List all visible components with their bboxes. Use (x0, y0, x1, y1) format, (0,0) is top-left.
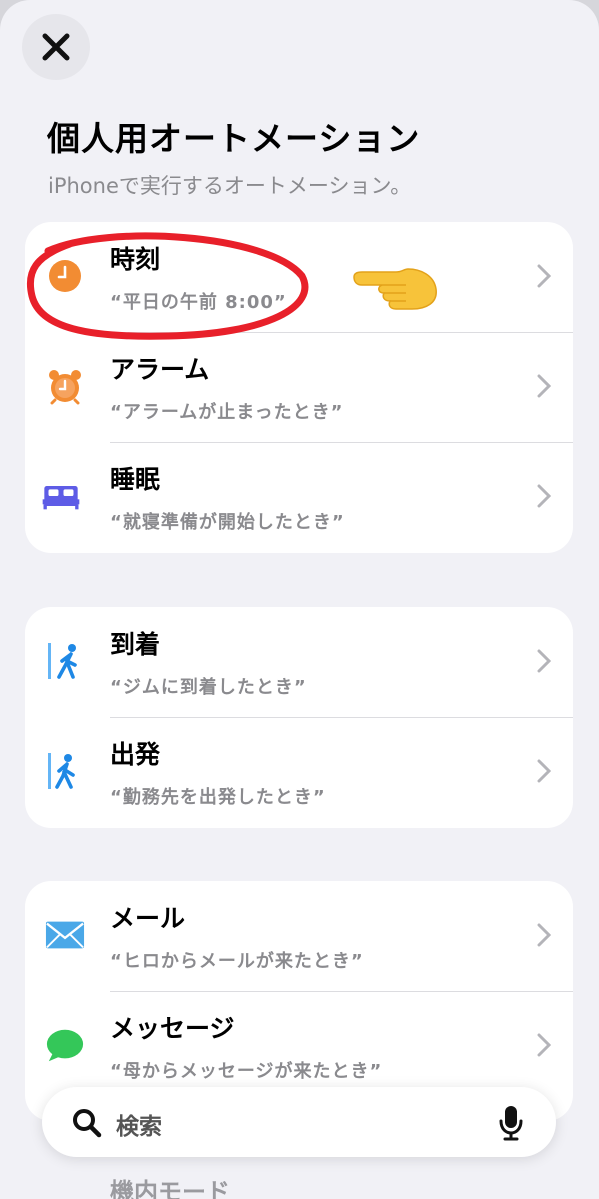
row-subtitle: “母からメッセージが来たとき” (110, 1061, 383, 1082)
chevron-right-icon (537, 264, 551, 288)
row-subtitle: “勤務先を出発したとき” (110, 787, 326, 808)
chevron-right-icon (537, 374, 551, 398)
microphone-icon[interactable] (498, 1105, 524, 1141)
row-leave[interactable]: 出発 “勤務先を出発したとき” (25, 717, 573, 827)
group-communication-triggers: メール “ヒロからメールが来たとき” メッセージ “母からメッセージが来たとき” (25, 881, 573, 1121)
row-subtitle: “就寝準備が開始したとき” (110, 512, 345, 533)
walk-leave-icon (45, 751, 85, 791)
alarm-clock-icon (45, 366, 85, 406)
search-input[interactable]: 検索 (116, 1107, 162, 1141)
walk-arrive-icon (45, 641, 85, 681)
group-location-triggers: 到着 “ジムに到着したとき” 出発 “勤務先を出発したとき” (25, 607, 573, 828)
row-subtitle: “ジムに到着したとき” (110, 677, 307, 698)
row-title: アラーム (110, 355, 210, 384)
message-icon (45, 1025, 85, 1065)
row-title: 睡眠 (110, 465, 161, 494)
chevron-right-icon (537, 759, 551, 783)
close-icon (42, 33, 70, 61)
search-bar[interactable]: 検索 (42, 1087, 556, 1157)
row-title: 到着 (110, 630, 161, 659)
chevron-right-icon (537, 923, 551, 947)
close-button[interactable] (22, 14, 90, 80)
row-title: 出発 (110, 740, 161, 769)
row-message[interactable]: メッセージ “母からメッセージが来たとき” (25, 991, 573, 1101)
row-sleep[interactable]: 睡眠 “就寝準備が開始したとき” (25, 442, 573, 552)
partially-visible-item: 機内モード (110, 1178, 230, 1199)
row-alarm[interactable]: アラーム “アラームが止まったとき” (25, 332, 573, 442)
row-title: メール (110, 904, 186, 933)
row-subtitle: “アラームが止まったとき” (110, 402, 344, 423)
row-mail[interactable]: メール “ヒロからメールが来たとき” (25, 881, 573, 991)
row-subtitle: “ヒロからメールが来たとき” (110, 951, 364, 972)
bed-icon (41, 476, 81, 516)
annotation-circle (26, 232, 309, 340)
mail-icon (45, 915, 85, 955)
page-subtitle: iPhoneで実行するオートメーション。 (48, 174, 412, 198)
chevron-right-icon (537, 1033, 551, 1057)
automation-sheet: 個人用オートメーション iPhoneで実行するオートメーション。 時刻 “平日の… (0, 0, 599, 1199)
search-icon (73, 1109, 102, 1138)
pointing-hand-icon (353, 268, 437, 310)
row-arrive[interactable]: 到着 “ジムに到着したとき” (25, 607, 573, 717)
chevron-right-icon (537, 649, 551, 673)
chevron-right-icon (537, 484, 551, 508)
row-title: メッセージ (110, 1014, 235, 1043)
page-title: 個人用オートメーション (47, 119, 421, 158)
